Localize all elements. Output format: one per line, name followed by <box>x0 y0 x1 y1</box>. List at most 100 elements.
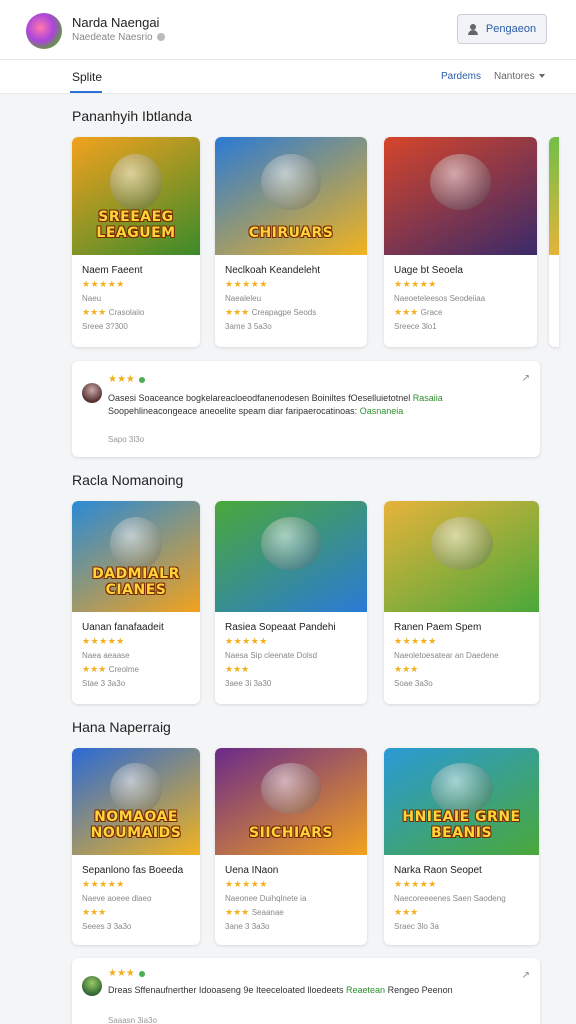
person-icon <box>467 23 478 35</box>
review-card: ★★★ Oasesi Soaceance bogkelareacloeodfan… <box>72 361 540 457</box>
user-subtitle: Naedeate Naesrio <box>72 32 165 43</box>
rating-stars: ★★★★★ <box>225 279 268 289</box>
card-title: Uage bt Seoela <box>394 265 463 276</box>
card-price: 3ame 3 5a3o <box>225 322 272 331</box>
partial-card[interactable] <box>549 137 559 347</box>
card-rating-line: ★★★ <box>394 664 419 674</box>
card-meta: Naea aeaase <box>82 651 130 660</box>
rating-stars: ★★★★★ <box>225 636 268 646</box>
character-art <box>110 762 162 815</box>
thumbnail-title: SIICHIARS <box>249 825 333 841</box>
game-card[interactable]: DADMIALR CIANES Uanan fanafaadeit ★★★★★ Nae… <box>72 501 200 704</box>
card-thumbnail: CHIRUARS <box>215 137 367 255</box>
card-meta: Naecoreeeenes Saen Saodeng <box>394 894 506 903</box>
card-title: Neclkoah Keandeleht <box>225 265 321 276</box>
rating-stars: ★★★★★ <box>225 879 268 889</box>
card-rating-line: ★★★ Grace <box>394 307 443 317</box>
thumbnail-title: DADMIALR CIANES <box>92 566 180 598</box>
card-thumbnail: NOMAOAE NOUMAIDS <box>72 748 200 855</box>
card-price: Sreece 3lo1 <box>394 322 437 331</box>
rating-stars: ★★★★★ <box>82 279 125 289</box>
card-meta: Naeu <box>82 294 102 303</box>
character-art <box>430 516 493 570</box>
card-rating-line: ★★★ Creolme <box>82 664 139 674</box>
card-thumbnail <box>384 501 539 612</box>
card-price: Stae 3 3a3o <box>82 679 126 688</box>
thumbnail-title: HNIEAIE GRNE BEANIS <box>402 809 521 841</box>
tab-active[interactable]: Splite <box>72 70 102 84</box>
review-card: ★★★ Dreas Sffenaufnerther Idooaseng 9e I… <box>72 958 540 1024</box>
section-title: Hana Naperraig <box>72 719 171 735</box>
game-card[interactable]: Rasiea Sopeaat Pandehi ★★★★★ Naesa Sip cle… <box>215 501 367 704</box>
card-rating-line: ★★★ Creapagpe Seods <box>225 307 317 317</box>
account-button[interactable]: Pengaeon <box>457 14 547 44</box>
tab-underline <box>70 91 102 93</box>
card-meta: Naeve aoeee dlaeo <box>82 894 152 903</box>
verified-icon <box>156 33 165 42</box>
user-name: Narda Naengai <box>72 15 160 30</box>
share-icon[interactable]: ↗ <box>522 970 530 981</box>
game-card[interactable]: SIICHIARS Uena INaon ★★★★★ Naeonee Duihqlne… <box>215 748 367 945</box>
review-stars: ★★★ <box>108 968 145 979</box>
card-meta: Naesa Sip cleenate Dolsd <box>225 651 318 660</box>
share-icon[interactable]: ↗ <box>522 373 530 384</box>
section-title: Pananhyih Ibtlanda <box>72 108 192 124</box>
card-meta: Naeoletoesatear an Daedene <box>394 651 499 660</box>
review-date: Sapo 3l3o <box>108 435 145 444</box>
character-art <box>110 153 162 211</box>
game-card[interactable]: CHIRUARS Neclkoah Keandeleht ★★★★★ Naealele… <box>215 137 367 347</box>
user-avatar[interactable] <box>26 13 62 49</box>
card-price: Seees 3 3a3o <box>82 922 132 931</box>
card-title: Ranen Paem Spem <box>394 622 482 633</box>
card-title: Rasiea Sopeaat Pandehi <box>225 622 336 633</box>
card-rating-line: ★★★ <box>82 907 107 917</box>
tab-right-2-dropdown[interactable]: Nantores <box>494 71 545 82</box>
card-price: 3ane 3 3a3o <box>225 922 270 931</box>
card-rating-line: ★★★ Crasolaiio <box>82 307 145 317</box>
card-rating-line: ★★★ <box>394 907 419 917</box>
character-art <box>260 762 322 815</box>
rating-stars: ★★★★★ <box>82 879 125 889</box>
card-title: Uanan fanafaadeit <box>82 622 164 633</box>
review-stars: ★★★ <box>108 374 145 385</box>
card-thumbnail: HNIEAIE GRNE BEANIS <box>384 748 539 855</box>
thumbnail-title: SREEAEG LEAGUEM <box>96 209 176 241</box>
character-art <box>260 153 322 211</box>
card-title: Narka Raon Seopet <box>394 865 482 876</box>
character-art <box>429 153 492 211</box>
section-title: Racla Nomanoing <box>72 472 184 488</box>
chevron-down-icon <box>538 74 545 79</box>
card-meta: Naeoeteleesos Seodeiiaa <box>394 294 486 303</box>
tab-right-1[interactable]: Pardems <box>441 71 481 82</box>
game-card[interactable]: NOMAOAE NOUMAIDS Sepanlono fas Boeeda ★★★★… <box>72 748 200 945</box>
review-text: Dreas Sffenaufnerther Idooaseng 9e Iteec… <box>108 985 453 995</box>
game-card[interactable]: HNIEAIE GRNE BEANIS Narka Raon Seopet ★★★★… <box>384 748 539 945</box>
card-title: Sepanlono fas Boeeda <box>82 865 184 876</box>
card-thumbnail: SIICHIARS <box>215 748 367 855</box>
rating-stars: ★★★★★ <box>394 879 437 889</box>
card-thumbnail <box>384 137 537 255</box>
card-title: Uena INaon <box>225 865 279 876</box>
character-art <box>110 516 162 570</box>
review-date: Saaasn 3ia3o <box>108 1016 157 1024</box>
card-price: Sreee 3?300 <box>82 322 128 331</box>
card-thumbnail: DADMIALR CIANES <box>72 501 200 612</box>
review-text: Oasesi Soaceance bogkelareacloeodfanenod… <box>108 393 443 416</box>
rating-stars: ★★★★★ <box>82 636 125 646</box>
card-thumbnail <box>215 501 367 612</box>
game-card[interactable]: Uage bt Seoela ★★★★★ Naeoeteleesos Seodeii… <box>384 137 537 347</box>
game-card[interactable]: SREEAEG LEAGUEM Naem Faeent ★★★★★ Naeu ★★★ C… <box>72 137 200 347</box>
card-meta: Naealeleu <box>225 294 262 303</box>
top-bar: Narda Naengai Naedeate Naesrio Pengaeon <box>0 0 576 60</box>
reviewer-avatar[interactable] <box>82 383 102 403</box>
verified-icon <box>138 376 145 383</box>
card-price: 3aee 3i 3a30 <box>225 679 272 688</box>
card-meta: Naeonee Duihqlnete ia <box>225 894 307 903</box>
reviewer-avatar[interactable] <box>82 976 102 996</box>
card-price: Sraec 3lo 3a <box>394 922 439 931</box>
game-card[interactable]: Ranen Paem Spem ★★★★★ Naeoletoesatear an D… <box>384 501 539 704</box>
verified-icon <box>138 970 145 977</box>
rating-stars: ★★★★★ <box>394 279 437 289</box>
character-art <box>430 762 493 815</box>
tab-bar: Splite Pardems Nantores <box>0 60 576 94</box>
